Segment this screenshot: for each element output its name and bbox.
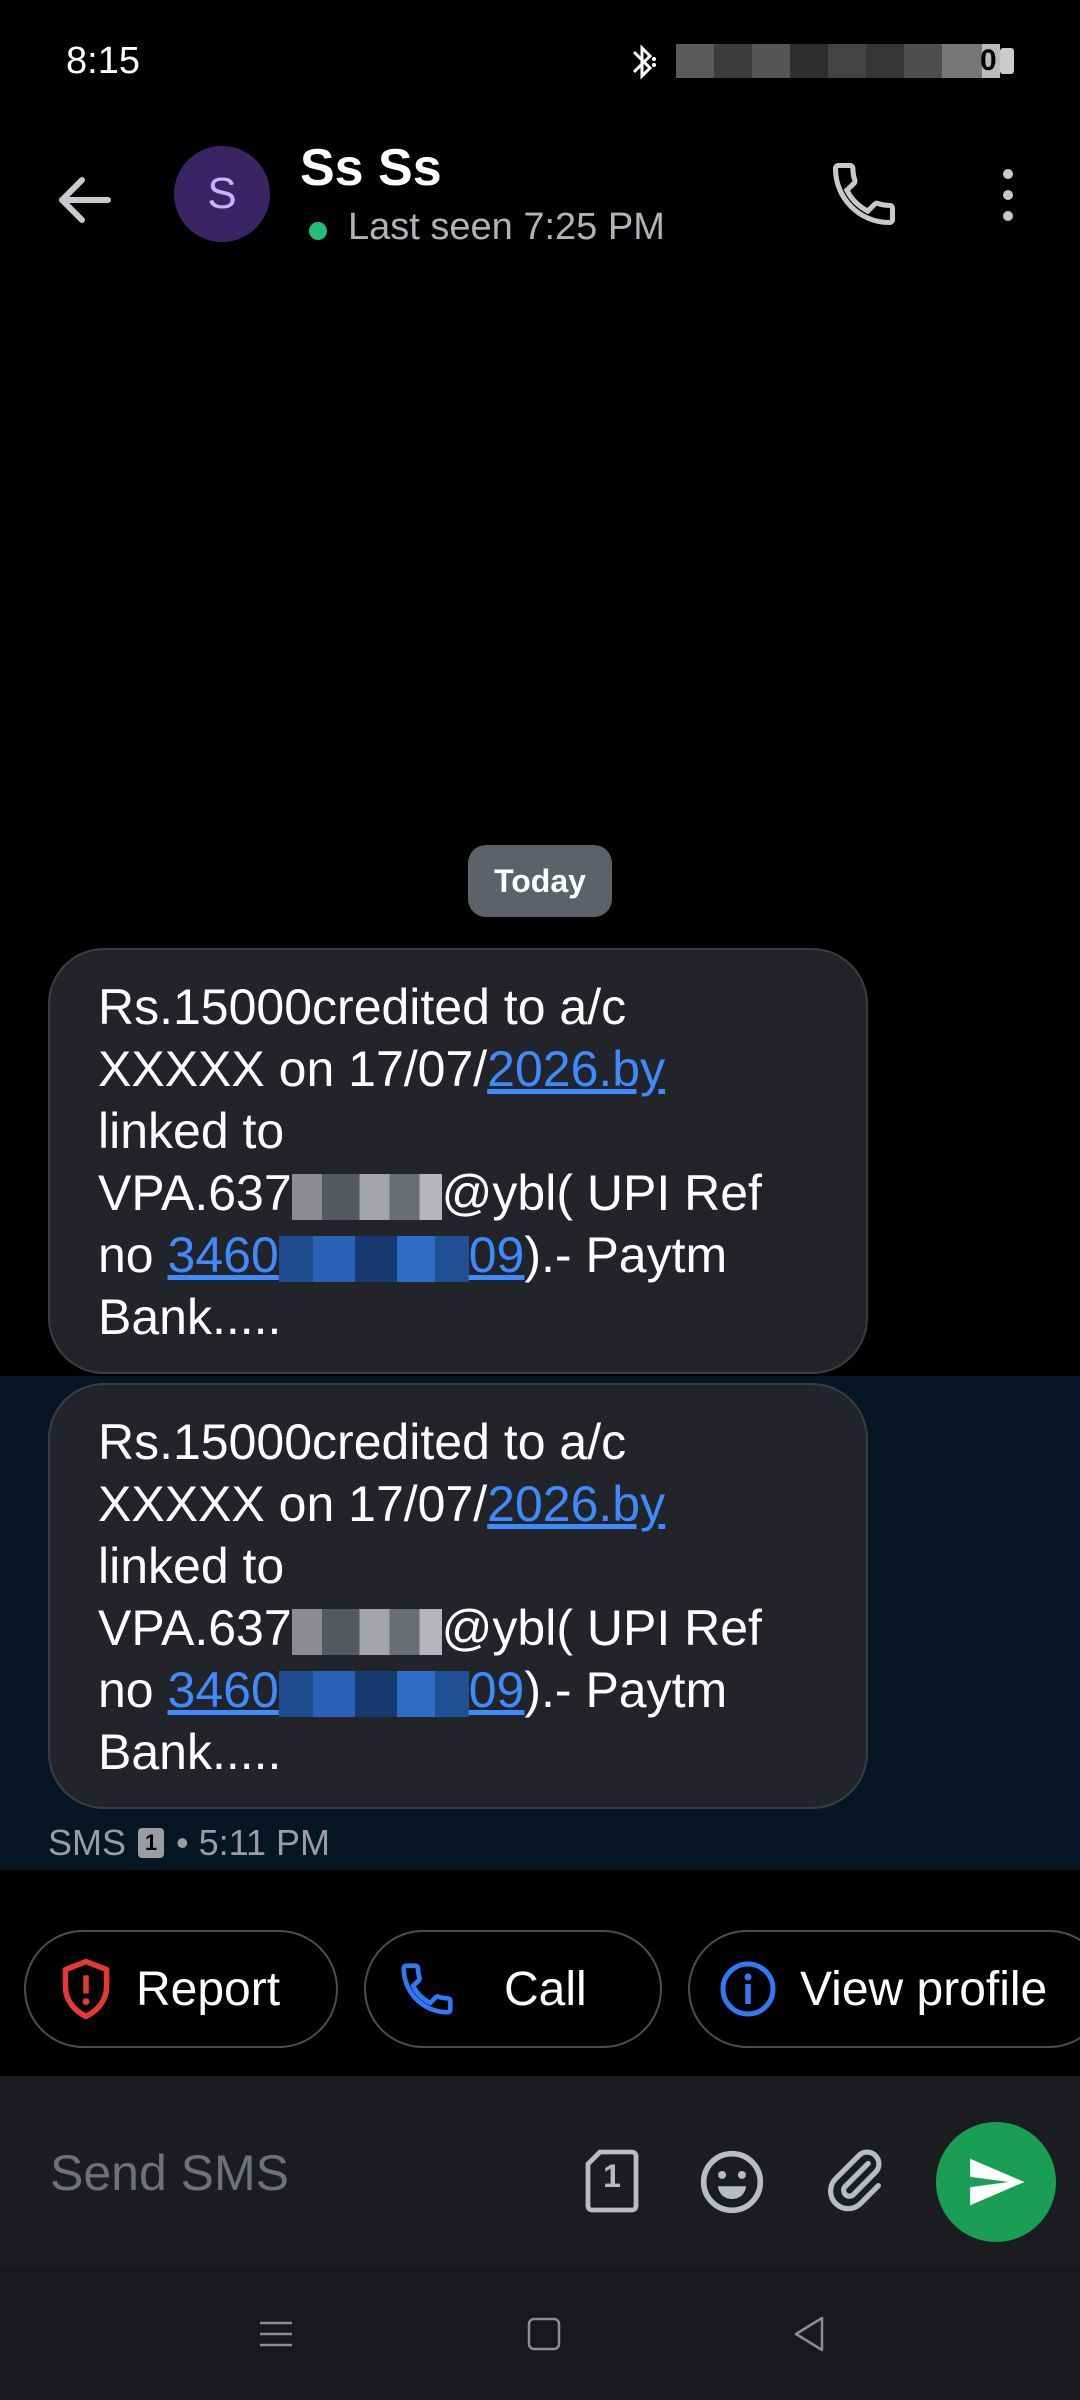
message-line: Bank..... (98, 1724, 282, 1780)
date-chip: Today (468, 845, 612, 917)
view-profile-label: View profile (800, 1962, 1048, 2016)
message-line: Rs.15000credited to a/c (98, 1414, 627, 1470)
message-bubble[interactable]: Rs.15000credited to a/c XXXXX on 17/07/2… (48, 1383, 868, 1809)
message-type: SMS (48, 1822, 127, 1863)
message-input[interactable] (48, 2128, 552, 2218)
sim-icon: 1 (138, 1828, 165, 1858)
redacted-text (291, 1173, 442, 1220)
message-line: linked to (98, 1103, 285, 1159)
call-label: Call (504, 1962, 587, 2016)
report-label: Report (136, 1962, 281, 2016)
nav-menu-icon[interactable] (256, 2318, 296, 2350)
nav-home-icon[interactable] (526, 2316, 562, 2352)
message-line: XXXXX on 17/07/2026.by (98, 1476, 666, 1532)
avatar[interactable]: S (174, 146, 270, 242)
send-button[interactable] (936, 2122, 1056, 2242)
message-line: XXXXX on 17/07/2026.by (98, 1041, 666, 1097)
battery-icon (1000, 48, 1014, 74)
message-link[interactable]: 3460 09 (168, 1662, 525, 1718)
redacted-text (278, 1670, 469, 1717)
send-icon (970, 2158, 1025, 2206)
nav-back-icon[interactable] (790, 2314, 828, 2354)
shield-alert-icon (62, 1958, 110, 2020)
message-link[interactable]: 2026.by (487, 1041, 665, 1097)
message-line: Rs.15000credited to a/c (98, 979, 627, 1035)
battery-level: 0 (980, 44, 997, 77)
message-time: • 5:11 PM (176, 1822, 331, 1863)
info-icon (720, 1961, 776, 2017)
emoji-icon[interactable] (698, 2148, 766, 2216)
message-meta: SMS 1 • 5:11 PM (48, 1822, 330, 1864)
redacted-text (278, 1235, 469, 1282)
contact-name[interactable]: Ss Ss (300, 138, 442, 198)
phone-icon (401, 1963, 453, 2015)
call-button[interactable]: Call (364, 1930, 662, 2048)
bluetooth-icon (632, 44, 656, 80)
back-arrow-icon[interactable] (46, 160, 126, 240)
phone-icon[interactable] (826, 156, 902, 232)
message-line: Bank..... (98, 1289, 282, 1345)
attach-icon[interactable] (820, 2146, 890, 2216)
more-vert-icon[interactable] (988, 160, 1028, 230)
message-link[interactable]: 3460 09 (168, 1227, 525, 1283)
message-line: VPA.637 @ybl( UPI Ref (98, 1165, 762, 1221)
message-line: linked to (98, 1538, 285, 1594)
redacted-text (291, 1608, 442, 1655)
online-dot (309, 222, 327, 240)
view-profile-button[interactable]: View profile (688, 1930, 1080, 2048)
report-button[interactable]: Report (24, 1930, 338, 2048)
sim-slot-number: 1 (603, 2158, 621, 2194)
last-seen-status: Last seen 7:25 PM (348, 206, 665, 248)
message-line: no 3460 09).- Paytm (98, 1662, 728, 1718)
status-time: 8:15 (66, 40, 140, 82)
avatar-letter: S (207, 169, 237, 218)
message-bubble[interactable]: Rs.15000credited to a/c XXXXX on 17/07/2… (48, 948, 868, 1374)
message-line: no 3460 09).- Paytm (98, 1227, 728, 1283)
message-link[interactable]: 2026.by (487, 1476, 665, 1532)
message-line: VPA.637 @ybl( UPI Ref (98, 1600, 762, 1656)
sim-selector-button[interactable]: 1 (584, 2148, 640, 2214)
